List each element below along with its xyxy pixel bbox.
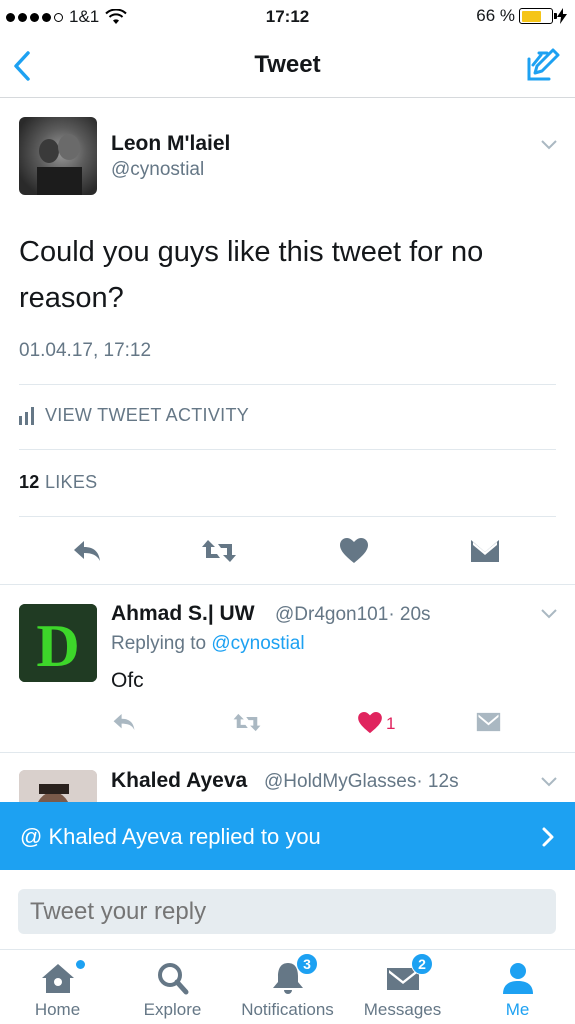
chevron-down-icon[interactable] [540,139,558,151]
tab-label: Notifications [241,1000,334,1019]
divider [19,516,556,517]
tab-messages[interactable]: 2 Messages [345,950,460,1024]
status-right: 66 % [476,6,567,26]
divider [19,384,556,385]
chevron-down-icon[interactable] [540,776,558,788]
new-content-dot [76,960,85,969]
likes-label: LIKES [44,472,98,492]
bar-chart-icon [19,406,34,425]
reply-author-name[interactable]: Ahmad S.| UW [111,602,255,626]
tweet-text: Could you guys like this tweet for no re… [19,236,484,314]
chevron-right-icon [542,827,554,847]
reply-author-handle[interactable]: @Dr4gon101· 20s [275,604,431,626]
tab-label: Me [505,1000,530,1019]
tab-notifications[interactable]: 3 Notifications [230,950,345,1024]
reply-avatar[interactable]: D [19,604,97,682]
reply-input[interactable] [18,889,556,934]
tweet-timestamp: 01.04.17, 17:12 [19,340,152,361]
author-handle[interactable]: @cynostial [111,159,204,181]
reply-like-count: 1 [386,714,396,733]
reply-icon[interactable] [72,539,102,563]
tab-explore[interactable]: Explore [115,950,230,1024]
author-name[interactable]: Leon M'laiel [111,132,230,156]
activity-label: VIEW TWEET ACTIVITY [45,405,250,425]
search-icon [157,963,188,995]
view-tweet-activity-link[interactable]: VIEW TWEET ACTIVITY [19,405,249,426]
divider [0,752,575,753]
reply-icon[interactable] [112,712,136,732]
divider [0,584,575,585]
status-bar: 1&1 17:12 66 % [0,0,575,34]
tab-label: Home [34,1000,81,1019]
reply-notification-banner[interactable]: @ Khaled Ayeva replied to you [0,802,575,870]
notification-badge: 3 [296,953,318,975]
replying-to: Replying to @cynostial [111,633,305,654]
liked-heart-icon[interactable] [358,712,382,734]
likes-count: 12 [19,472,40,492]
chevron-down-icon[interactable] [540,608,558,620]
reply-text: Ofc [111,669,144,692]
battery-percent: 66 % [476,6,515,25]
reply-author-handle[interactable]: @HoldMyGlasses· 12s [264,771,459,793]
heart-icon[interactable] [340,538,368,564]
likes-summary[interactable]: 12 LIKES [19,472,97,493]
message-badge: 2 [411,953,433,975]
reply-avatar-letter: D [36,613,79,679]
compose-tweet-icon[interactable] [525,47,561,83]
charging-bolt-icon [557,8,567,24]
page-title: Tweet [254,51,321,78]
person-icon [502,963,533,994]
battery-icon [519,8,557,24]
reply-composer [0,870,575,950]
navigation-bar: Tweet [0,34,575,98]
avatar[interactable] [19,117,97,195]
tab-me[interactable]: Me [460,950,575,1024]
tab-bar: Home Explore 3 Notifications 2 Messages … [0,950,575,1024]
tab-label: Messages [363,1000,442,1019]
retweet-icon[interactable] [232,712,262,733]
tab-home[interactable]: Home [0,950,115,1024]
home-icon [41,964,74,993]
divider [19,449,556,450]
banner-text: @ Khaled Ayeva replied to you [20,824,321,849]
replying-to-link[interactable]: @cynostial [211,633,304,654]
tab-label: Explore [143,1000,202,1019]
direct-message-icon[interactable] [476,712,501,732]
direct-message-icon[interactable] [470,539,500,563]
reply-author-name[interactable]: Khaled Ayeva [111,769,247,793]
retweet-icon[interactable] [200,538,238,564]
